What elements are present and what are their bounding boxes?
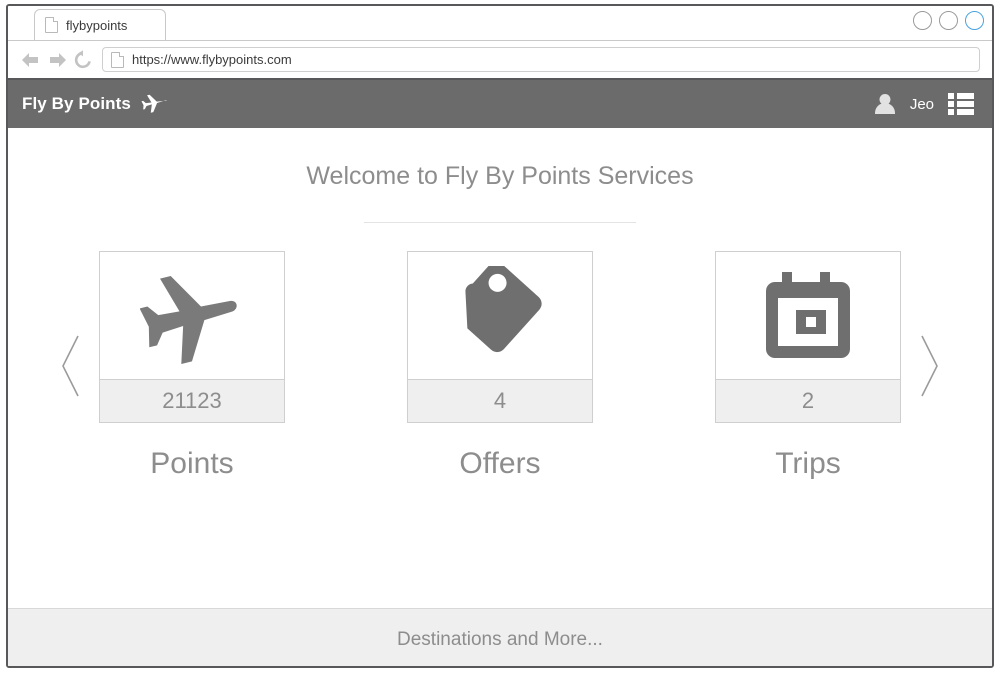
chevron-left-icon[interactable] <box>51 326 91 406</box>
card-value: 21123 <box>100 379 284 422</box>
site-footer[interactable]: Destinations and More... <box>8 608 992 666</box>
card-label: Offers <box>459 447 541 480</box>
card-body[interactable]: 4 <box>407 251 593 423</box>
price-tag-icon <box>408 252 592 379</box>
airplane-icon <box>100 252 284 379</box>
username-label: Jeo <box>909 95 934 113</box>
footer-text: Destinations and More... <box>397 629 603 650</box>
page-content: Welcome to Fly By Points Services 21123 … <box>8 128 992 666</box>
back-arrow-icon[interactable] <box>18 47 44 73</box>
window-controls <box>913 11 984 30</box>
maximize-button[interactable] <box>939 11 958 30</box>
chevron-right-icon[interactable] <box>909 326 949 406</box>
browser-tabstrip: flybypoints <box>8 6 992 41</box>
card-body[interactable]: 2 <box>715 251 901 423</box>
browser-toolbar: https://www.flybypoints.com <box>8 41 992 80</box>
reload-icon[interactable] <box>70 47 96 73</box>
list-menu-icon[interactable] <box>948 93 974 115</box>
browser-window: flybypoints https://www.flybypoints.com … <box>6 4 994 668</box>
screenshot-root: flybypoints https://www.flybypoints.com … <box>0 0 1000 676</box>
browser-tab[interactable]: flybypoints <box>34 9 166 40</box>
forward-arrow-icon[interactable] <box>44 47 70 73</box>
cards-list: 21123 Points 4 Offers 2 Trips <box>99 251 901 481</box>
calendar-icon <box>716 252 900 379</box>
minimize-button[interactable] <box>913 11 932 30</box>
card-label: Trips <box>775 447 841 480</box>
tab-title: flybypoints <box>66 17 128 33</box>
document-icon <box>111 51 124 68</box>
card-body[interactable]: 21123 <box>99 251 285 423</box>
card-points[interactable]: 21123 Points <box>99 251 285 481</box>
card-value: 2 <box>716 379 900 422</box>
document-icon <box>45 17 58 33</box>
site-header: Fly By Points Jeo <box>8 80 992 128</box>
card-value: 4 <box>408 379 592 422</box>
card-offers[interactable]: 4 Offers <box>407 251 593 481</box>
cards-carousel: 21123 Points 4 Offers 2 Trips <box>8 251 992 481</box>
url-input[interactable]: https://www.flybypoints.com <box>102 47 980 72</box>
airplane-icon <box>140 91 168 118</box>
card-trips[interactable]: 2 Trips <box>715 251 901 481</box>
brand[interactable]: Fly By Points <box>22 91 168 118</box>
brand-name: Fly By Points <box>22 94 131 113</box>
header-right: Jeo <box>874 92 974 116</box>
title-divider <box>364 222 636 223</box>
user-avatar-icon[interactable] <box>874 92 896 116</box>
card-label: Points <box>150 447 234 480</box>
page-title: Welcome to Fly By Points Services <box>306 162 694 190</box>
close-button[interactable] <box>965 11 984 30</box>
url-text: https://www.flybypoints.com <box>132 52 292 67</box>
